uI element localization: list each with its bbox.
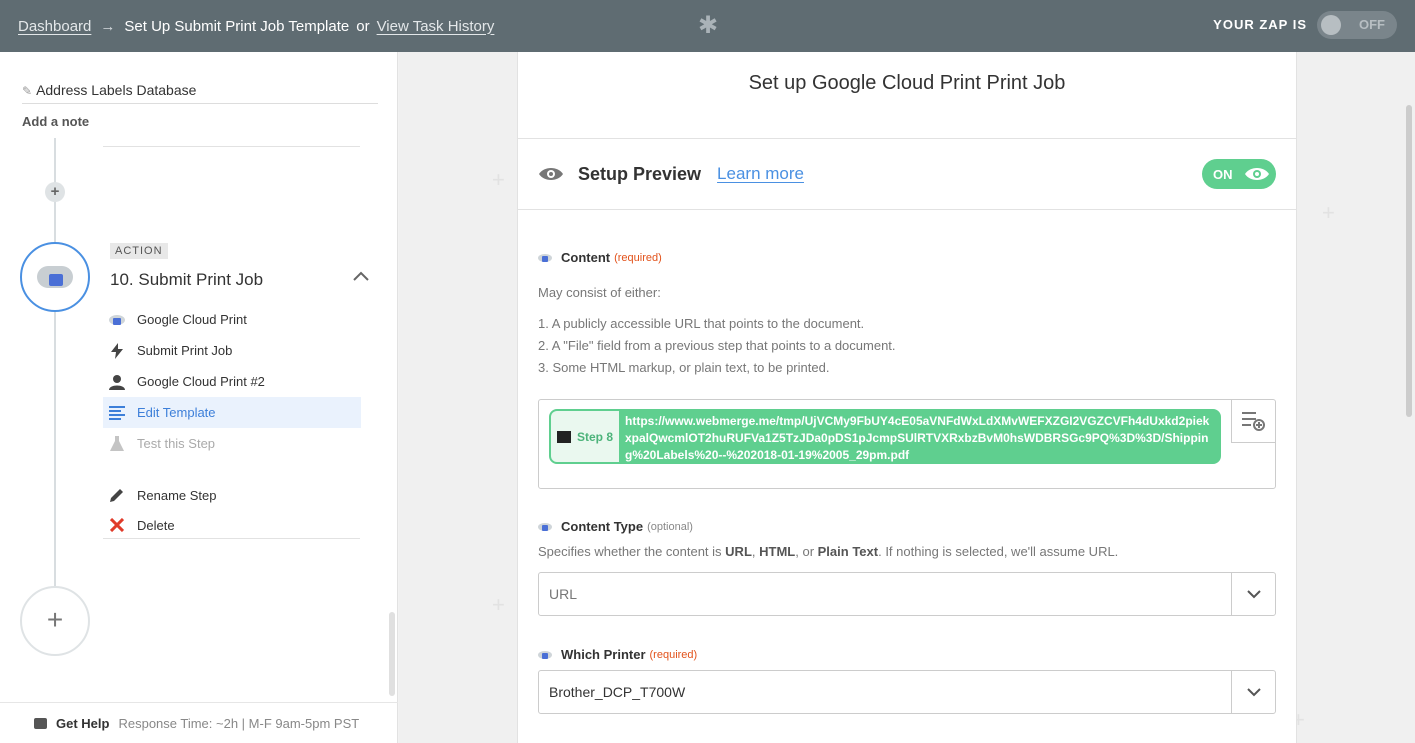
flask-icon: [109, 435, 125, 452]
sidebar-item-label: Submit Print Job: [137, 343, 233, 358]
setup-preview-label: Setup Preview: [578, 163, 702, 184]
divider: [518, 209, 1296, 210]
content-help-option-1: 1. A publicly accessible URL that points…: [538, 316, 865, 331]
toggle-knob: [1321, 15, 1341, 35]
sidebar-item-edit-template[interactable]: Edit Template: [103, 397, 361, 428]
zap-on-off-toggle[interactable]: OFF: [1317, 11, 1397, 39]
insert-field-icon: [1242, 412, 1265, 431]
zapier-logo-icon[interactable]: ✱: [696, 14, 720, 38]
get-help-label[interactable]: Get Help: [56, 716, 109, 731]
required-marker: (required): [614, 251, 662, 264]
content-type-help: Specifies whether the content is URL, HT…: [538, 544, 1119, 559]
response-time-text: Response Time: ~2h | M-F 9am-5pm PST: [118, 715, 360, 731]
breadcrumb-dashboard-link[interactable]: Dashboard: [18, 18, 91, 35]
google-cloud-print-icon: [538, 521, 552, 533]
chevron-down-icon[interactable]: [1231, 671, 1275, 713]
divider: [103, 146, 360, 147]
zap-state-text: OFF: [1359, 17, 1385, 32]
pill-step-text: Step 8: [576, 429, 613, 444]
close-icon: [109, 517, 125, 533]
content-field-label: Content (required): [538, 250, 662, 265]
webmerge-logo-icon: [556, 430, 571, 443]
breadcrumb-current: Set Up Submit Print Job Template: [124, 17, 350, 35]
content-type-value: URL: [549, 586, 578, 602]
zap-name-text: Address Labels Database: [36, 82, 197, 98]
setup-preview-row: Setup Preview Learn more: [538, 162, 804, 186]
pill-url-value: https://www.webmerge.me/tmp/UjVCMy9FbUY4…: [625, 414, 1210, 462]
get-help-bar[interactable]: Get Help Response Time: ~2h | M-F 9am-5p…: [0, 702, 398, 743]
sidebar-item-account[interactable]: Google Cloud Print #2: [103, 366, 361, 397]
bolt-icon: [109, 342, 125, 359]
decorative-plus-icon: +: [492, 592, 505, 617]
divider: [518, 138, 1296, 139]
sidebar-item-google-cloud-print[interactable]: Google Cloud Print: [103, 304, 361, 335]
page-title: Set up Google Cloud Print Print Job: [748, 72, 1066, 94]
content-type-field-label: Content Type (optional): [538, 519, 693, 534]
toggle-state-text: ON: [1213, 167, 1233, 182]
sidebar-item-label: Edit Template: [137, 405, 216, 420]
step-title[interactable]: 10. Submit Print Job: [110, 270, 263, 290]
pencil-icon: [109, 487, 125, 503]
sidebar-item-label: Google Cloud Print: [137, 312, 247, 327]
insert-field-button[interactable]: [1231, 400, 1276, 443]
zap-name-field[interactable]: ✎ Address Labels Database: [22, 82, 378, 104]
which-printer-field-label: Which Printer (required): [538, 647, 697, 662]
sidebar-item-label: Rename Step: [137, 487, 217, 503]
content-input[interactable]: Step 8 https://www.webmerge.me/tmp/UjVCM…: [538, 399, 1276, 489]
add-step-button[interactable]: +: [20, 586, 90, 656]
timeline-line: [54, 312, 56, 586]
setup-preview-toggle[interactable]: ON: [1202, 159, 1276, 189]
top-bar: Dashboard → Set Up Submit Print Job Temp…: [0, 0, 1415, 52]
sidebar-item-label: Google Cloud Print #2: [137, 374, 265, 389]
google-cloud-print-icon: [538, 649, 552, 661]
breadcrumb-or: or: [356, 17, 370, 35]
chat-icon: [34, 717, 47, 729]
pill-step-label: Step 8: [551, 411, 619, 462]
field-label-text: Content Type: [561, 519, 644, 534]
breadcrumb-arrow: →: [100, 17, 116, 35]
list-icon: [109, 405, 125, 421]
decorative-plus-icon: +: [1322, 200, 1335, 225]
zap-status-label: YOUR ZAP IS: [1213, 17, 1307, 32]
which-printer-select[interactable]: Brother_DCP_T700W: [538, 670, 1276, 714]
field-label-text: Which Printer: [561, 647, 646, 662]
eye-icon: [539, 168, 563, 180]
sidebar-item-submit-print-job[interactable]: Submit Print Job: [103, 335, 361, 366]
view-task-history-link[interactable]: View Task History: [377, 18, 495, 35]
content-help-option-2: 2. A "File" field from a previous step t…: [538, 338, 896, 353]
step-app-icon[interactable]: [20, 242, 90, 312]
sidebar-scrollbar[interactable]: [389, 612, 395, 696]
google-cloud-print-icon: [37, 262, 73, 292]
decorative-plus-icon: +: [492, 167, 505, 192]
add-step-small-button[interactable]: +: [45, 182, 65, 202]
content-help-intro: May consist of either:: [538, 285, 661, 300]
chevron-down-icon[interactable]: [1231, 573, 1275, 615]
content-type-select[interactable]: URL: [538, 572, 1276, 616]
action-badge: ACTION: [110, 243, 168, 259]
optional-marker: (optional): [647, 520, 693, 533]
sidebar-item-label: Delete: [137, 517, 175, 533]
step-menu: Google Cloud Print Submit Print Job Goog…: [103, 304, 361, 540]
add-note-link[interactable]: Add a note: [22, 114, 89, 129]
google-cloud-print-icon: [109, 312, 125, 328]
chevron-up-icon[interactable]: [352, 268, 370, 286]
main-scrollbar[interactable]: [1406, 105, 1412, 417]
field-label-text: Content: [561, 250, 611, 265]
setup-panel: Set up Google Cloud Print Print Job Setu…: [517, 52, 1297, 743]
required-marker: (required): [649, 648, 698, 661]
learn-more-link[interactable]: Learn more: [717, 164, 804, 184]
sidebar: ✎ Address Labels Database Add a note + AC…: [0, 52, 398, 743]
sidebar-item-rename-step[interactable]: Rename Step: [103, 480, 361, 510]
content-help-option-3: 3. Some HTML markup, or plain text, to b…: [538, 360, 830, 375]
which-printer-value: Brother_DCP_T700W: [549, 684, 686, 700]
google-cloud-print-icon: [538, 252, 552, 264]
mapped-field-pill[interactable]: Step 8 https://www.webmerge.me/tmp/UjVCM…: [549, 409, 1221, 464]
user-icon: [109, 374, 125, 390]
sidebar-item-label: Test this Step: [137, 436, 216, 451]
pencil-icon: ✎: [22, 84, 33, 98]
divider: [103, 538, 360, 539]
sidebar-item-test-step[interactable]: Test this Step: [103, 428, 361, 459]
sidebar-item-delete[interactable]: Delete: [103, 510, 361, 540]
eye-icon: [1245, 168, 1269, 180]
